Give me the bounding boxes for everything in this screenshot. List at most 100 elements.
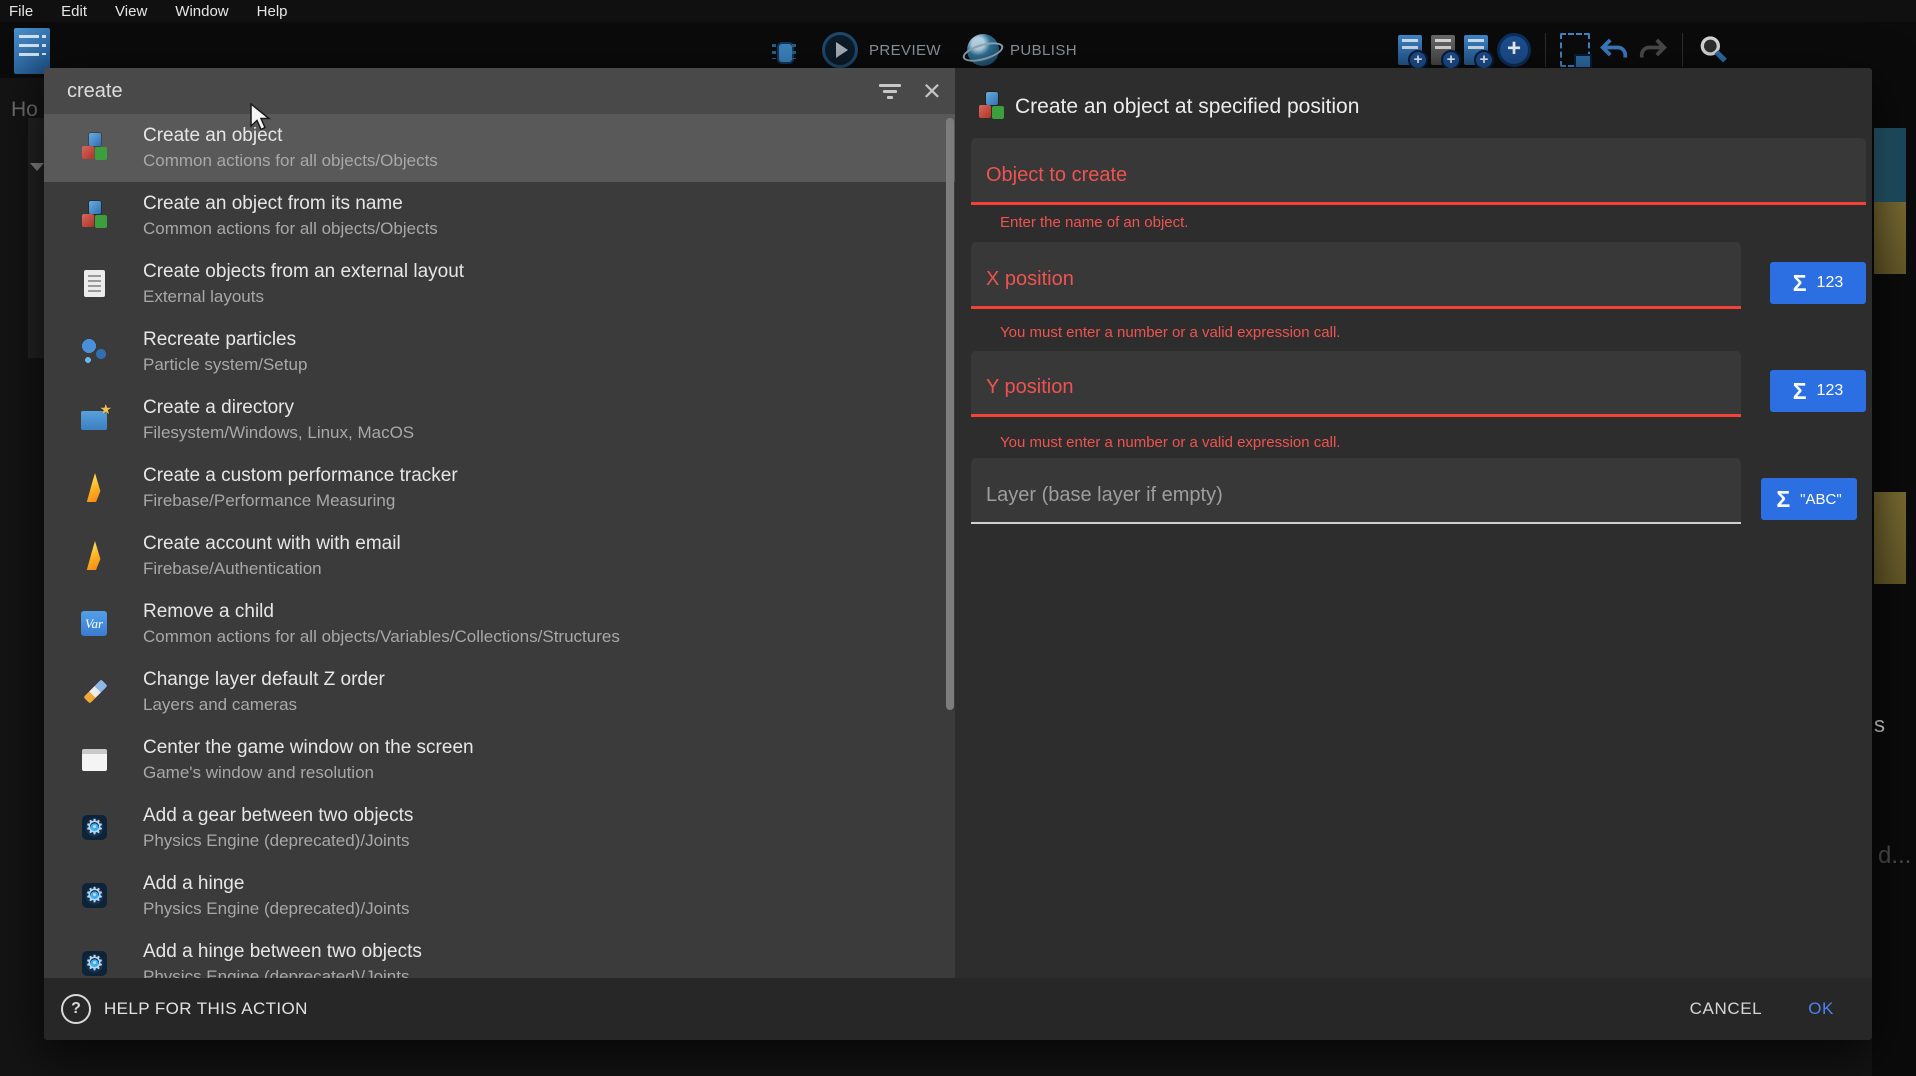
result-subtitle: Common actions for all objects/Objects (143, 151, 438, 171)
search-pane: create × Create an object Common actions… (44, 68, 955, 978)
object-to-create-field[interactable]: Object to create (971, 138, 1866, 205)
gear-icon (80, 813, 110, 843)
background-panel-strip (28, 118, 44, 358)
gear-icon (80, 881, 110, 911)
toolbar-search-icon[interactable] (1697, 34, 1729, 66)
menu-help[interactable]: Help (257, 3, 288, 20)
result-title: Add a gear between two objects (143, 805, 413, 827)
create-object-icon (80, 133, 110, 163)
result-row-8[interactable]: Change layer default Z order Layers and … (44, 658, 955, 726)
result-subtitle: Game's window and resolution (143, 763, 474, 783)
particles-icon (80, 337, 110, 367)
chevron-down-icon (30, 163, 44, 171)
help-label: HELP FOR THIS ACTION (104, 999, 308, 1019)
toolbar-separator (1682, 33, 1683, 67)
result-row-3[interactable]: Recreate particles Particle system/Setup (44, 318, 955, 386)
layer-expression-button[interactable]: Σ "ABC" (1761, 478, 1857, 520)
background-olive-block (1874, 202, 1906, 274)
result-row-7[interactable]: Remove a child Common actions for all ob… (44, 590, 955, 658)
help-button[interactable]: ? HELP FOR THIS ACTION (61, 994, 308, 1024)
result-subtitle: Firebase/Authentication (143, 559, 401, 579)
y-field-placeholder: Y position (986, 376, 1073, 399)
menu-view[interactable]: View (115, 3, 147, 20)
firebase-icon (80, 541, 110, 571)
result-row-9[interactable]: Center the game window on the screen Gam… (44, 726, 955, 794)
background-text-fragment: s (1874, 712, 1885, 738)
cancel-button[interactable]: CANCEL (1690, 999, 1763, 1019)
help-circle-icon: ? (61, 994, 91, 1024)
result-row-0[interactable]: Create an object Common actions for all … (44, 114, 955, 182)
dialog-footer: ? HELP FOR THIS ACTION CANCEL OK (44, 978, 1872, 1040)
preview-button[interactable]: PREVIEW (822, 32, 941, 68)
redo-icon[interactable] (1638, 35, 1668, 65)
external-layout-icon (80, 269, 110, 299)
menu-file[interactable]: File (9, 3, 33, 20)
result-title: Recreate particles (143, 329, 307, 351)
list-scrollbar-thumb[interactable] (946, 118, 954, 710)
zorder-icon (80, 677, 110, 707)
result-row-10[interactable]: Add a gear between two objects Physics E… (44, 794, 955, 862)
background-olive-block (1874, 492, 1906, 584)
add-scene-icon[interactable] (1398, 35, 1422, 65)
result-row-1[interactable]: Create an object from its name Common ac… (44, 182, 955, 250)
search-results-list: Create an object Common actions for all … (44, 114, 955, 978)
gear-icon (80, 949, 110, 978)
close-icon[interactable]: × (923, 76, 941, 106)
layer-field[interactable]: Layer (base layer if empty) (971, 458, 1741, 524)
result-row-6[interactable]: Create account with with email Firebase/… (44, 522, 955, 590)
menu-window[interactable]: Window (175, 3, 228, 20)
result-row-12[interactable]: Add a hinge between two objects Physics … (44, 930, 955, 978)
preview-play-icon (822, 32, 858, 68)
project-manager-icon[interactable] (14, 28, 50, 74)
expression-button-label: 123 (1817, 274, 1844, 292)
background-text-fragment: d... (1878, 842, 1911, 870)
result-title: Create an object (143, 125, 438, 147)
result-subtitle: Filesystem/Windows, Linux, MacOS (143, 423, 414, 443)
result-subtitle: Firebase/Performance Measuring (143, 491, 458, 511)
add-extension-icon[interactable] (1497, 33, 1531, 67)
toolbar-separator (1545, 33, 1546, 67)
y-field-helper: You must enter a number or a valid expre… (1000, 434, 1340, 451)
result-subtitle: Common actions for all objects/Objects (143, 219, 438, 239)
publish-label: PUBLISH (1010, 42, 1077, 59)
result-subtitle: Common actions for all objects/Variables… (143, 627, 620, 647)
result-row-4[interactable]: Create a directory Filesystem/Windows, L… (44, 386, 955, 454)
sigma-icon: Σ (1793, 270, 1807, 297)
result-row-2[interactable]: Create objects from an external layout E… (44, 250, 955, 318)
result-subtitle: Physics Engine (deprecated)/Joints (143, 967, 422, 978)
result-subtitle: Physics Engine (deprecated)/Joints (143, 899, 409, 919)
search-input[interactable]: create (67, 80, 857, 103)
add-external-layout-icon[interactable] (1464, 35, 1488, 65)
menu-edit[interactable]: Edit (61, 3, 87, 20)
ok-button[interactable]: OK (1808, 999, 1834, 1019)
layer-field-placeholder: Layer (base layer if empty) (986, 484, 1223, 507)
app-window: File Edit View Window Help PREVIEW PUBLI… (0, 0, 1916, 1076)
debug-icon[interactable] (772, 35, 796, 65)
variable-icon (80, 609, 110, 639)
y-position-field[interactable]: Y position (971, 351, 1741, 417)
result-title: Add a hinge between two objects (143, 941, 422, 963)
selection-icon[interactable] (1560, 33, 1590, 67)
sigma-icon: Σ (1793, 378, 1807, 405)
result-title: Create an object from its name (143, 193, 438, 215)
menu-bar: File Edit View Window Help (0, 0, 1916, 22)
search-header: create × (44, 68, 955, 114)
folder-icon (80, 405, 110, 435)
result-subtitle: Layers and cameras (143, 695, 385, 715)
result-subtitle: External layouts (143, 287, 464, 307)
x-position-field[interactable]: X position (971, 242, 1741, 309)
object-field-placeholder: Object to create (986, 164, 1127, 187)
mouse-cursor (249, 103, 271, 133)
x-expression-button[interactable]: Σ 123 (1770, 262, 1866, 304)
y-expression-button[interactable]: Σ 123 (1770, 370, 1866, 412)
result-subtitle: Particle system/Setup (143, 355, 307, 375)
result-row-5[interactable]: Create a custom performance tracker Fire… (44, 454, 955, 522)
object-field-helper: Enter the name of an object. (1000, 214, 1188, 231)
filter-icon[interactable] (879, 83, 901, 99)
publish-button[interactable]: PUBLISH (967, 34, 1077, 66)
action-editor-panel: Create an object at specified position O… (955, 68, 1872, 978)
add-external-events-icon[interactable] (1431, 35, 1455, 65)
result-title: Center the game window on the screen (143, 737, 474, 759)
undo-icon[interactable] (1599, 35, 1629, 65)
result-row-11[interactable]: Add a hinge Physics Engine (deprecated)/… (44, 862, 955, 930)
